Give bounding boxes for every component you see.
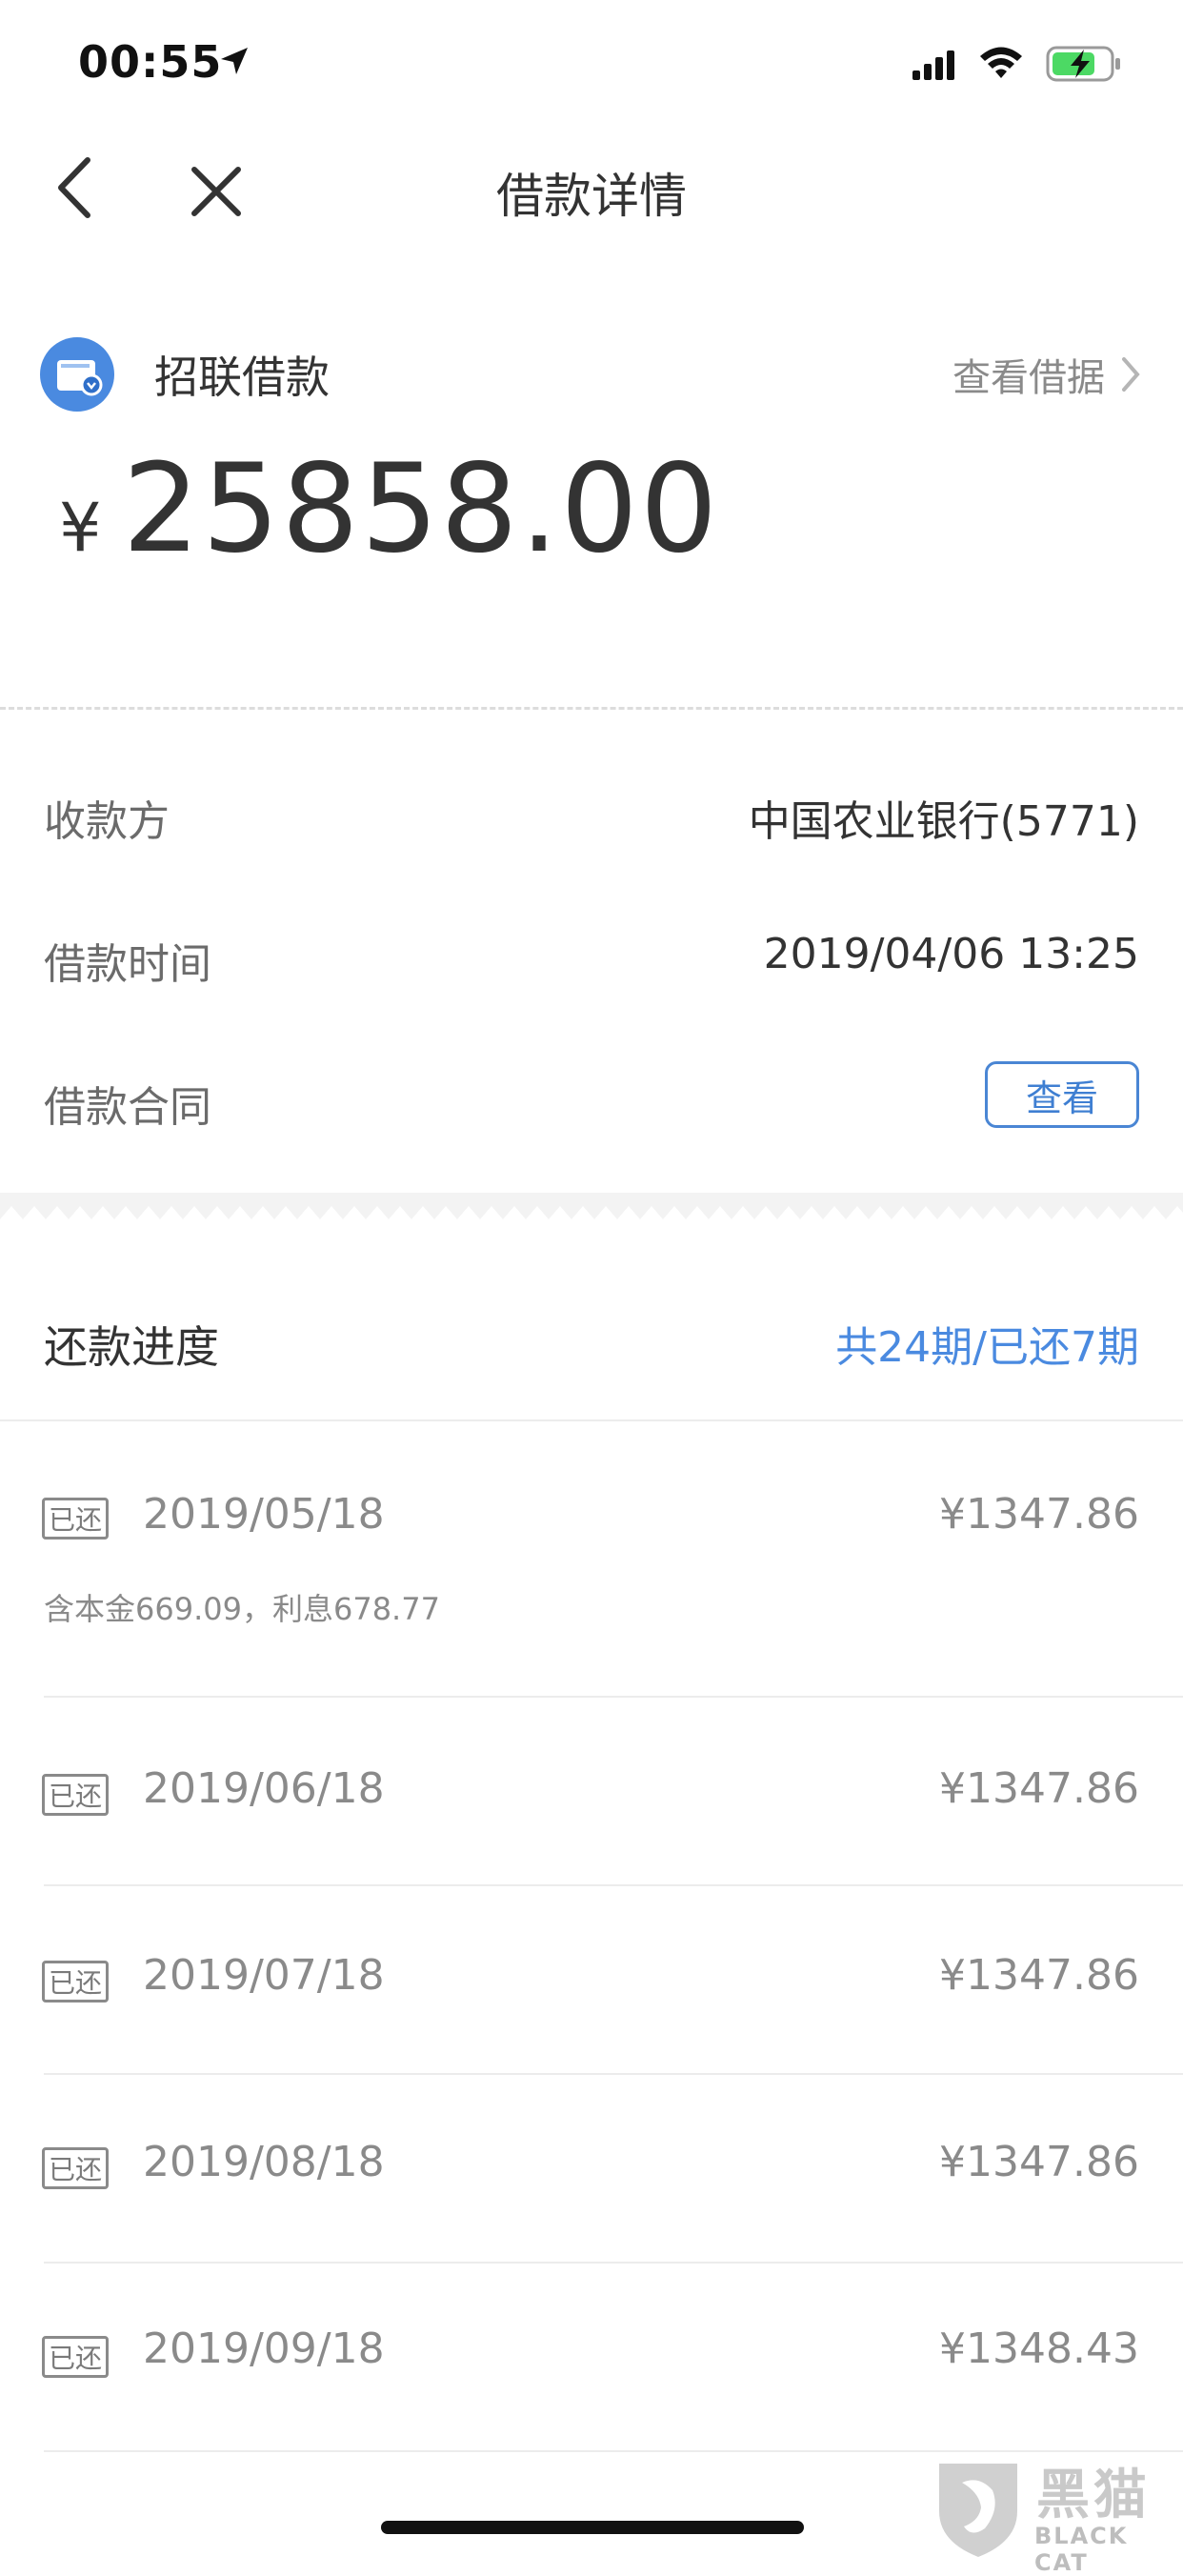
- loan-time-value: 2019/04/06 13:25: [763, 930, 1139, 978]
- contract-label: 借款合同: [44, 1083, 211, 1132]
- payment-row[interactable]: 已还 2019/06/18 ¥1347.86: [0, 1698, 1183, 1884]
- payment-amount: ¥1347.86: [939, 1764, 1139, 1813]
- payment-breakdown: 含本金669.09，利息678.77: [44, 1591, 440, 1627]
- view-receipt-link[interactable]: 查看借据: [952, 347, 1141, 402]
- loan-time-label: 借款时间: [44, 940, 211, 989]
- payment-amount: ¥1348.43: [939, 2324, 1139, 2373]
- status-time: 00:55: [78, 36, 223, 88]
- loan-header: 招联借款 查看借据: [0, 314, 1183, 429]
- watermark-subtext: BLACK CAT: [1034, 2523, 1129, 2576]
- loan-amount: ¥ 25858.00: [59, 438, 719, 580]
- paid-badge: 已还: [42, 1961, 109, 2002]
- signal-icon: [912, 50, 954, 80]
- wallet-icon: [40, 337, 114, 412]
- contract-row: 借款合同 查看: [0, 1036, 1183, 1151]
- repayment-progress-header: 还款进度 共24期/已还7期: [0, 1288, 1183, 1393]
- paid-badge: 已还: [42, 1498, 109, 1540]
- payment-amount: ¥1347.86: [939, 2138, 1139, 2186]
- home-indicator[interactable]: [381, 2521, 804, 2534]
- wifi-icon: [980, 47, 1022, 78]
- loan-amount-value: 25858.00: [122, 438, 720, 580]
- payee-value: 中国农业银行(5771): [748, 797, 1139, 846]
- loan-product-name: 招联借款: [154, 352, 330, 403]
- view-contract-button[interactable]: 查看: [985, 1061, 1139, 1128]
- payment-amount: ¥1347.86: [939, 1490, 1139, 1539]
- payment-row[interactable]: 已还 2019/08/18 ¥1347.86: [0, 2075, 1183, 2262]
- view-receipt-label: 查看借据: [952, 356, 1105, 400]
- page-title: 借款详情: [496, 169, 687, 224]
- navigation-bar: 借款详情: [0, 126, 1183, 250]
- payment-date: 2019/08/18: [143, 2138, 385, 2186]
- payment-date: 2019/09/18: [143, 2324, 385, 2373]
- watermark-text: 黑猫: [1036, 2465, 1151, 2526]
- paid-badge: 已还: [42, 2336, 109, 2378]
- zigzag-edge: [0, 1206, 1183, 1250]
- payee-row: 收款方 中国农业银行(5771): [0, 751, 1183, 865]
- black-cat-watermark: 黑猫 BLACK CAT: [922, 2450, 1183, 2576]
- location-arrow-icon: [221, 48, 248, 74]
- payment-date: 2019/06/18: [143, 1764, 385, 1813]
- battery-charging-icon: [1046, 46, 1120, 82]
- chevron-right-icon: [1122, 357, 1140, 392]
- paid-badge: 已还: [42, 2147, 109, 2189]
- payment-row[interactable]: 已还 2019/09/18 ¥1348.43: [0, 2264, 1183, 2450]
- dashed-divider: [0, 707, 1183, 710]
- payment-row[interactable]: 已还 2019/07/18 ¥1347.86: [0, 1886, 1183, 2073]
- paid-badge: 已还: [42, 1774, 109, 1816]
- loan-time-row: 借款时间 2019/04/06 13:25: [0, 894, 1183, 1008]
- payment-row[interactable]: 已还 2019/05/18 ¥1347.86 含本金669.09，利息678.7…: [0, 1421, 1183, 1698]
- progress-summary[interactable]: 共24期/已还7期: [835, 1313, 1139, 1374]
- status-bar: 00:55: [0, 0, 1183, 126]
- currency-symbol: ¥: [59, 489, 102, 567]
- payment-date: 2019/05/18: [143, 1490, 385, 1539]
- payment-amount: ¥1347.86: [939, 1951, 1139, 2000]
- progress-title: 还款进度: [44, 1321, 219, 1373]
- cat-shield-logo-icon: [939, 2464, 1017, 2557]
- payee-label: 收款方: [44, 797, 170, 846]
- payment-date: 2019/07/18: [143, 1951, 385, 2000]
